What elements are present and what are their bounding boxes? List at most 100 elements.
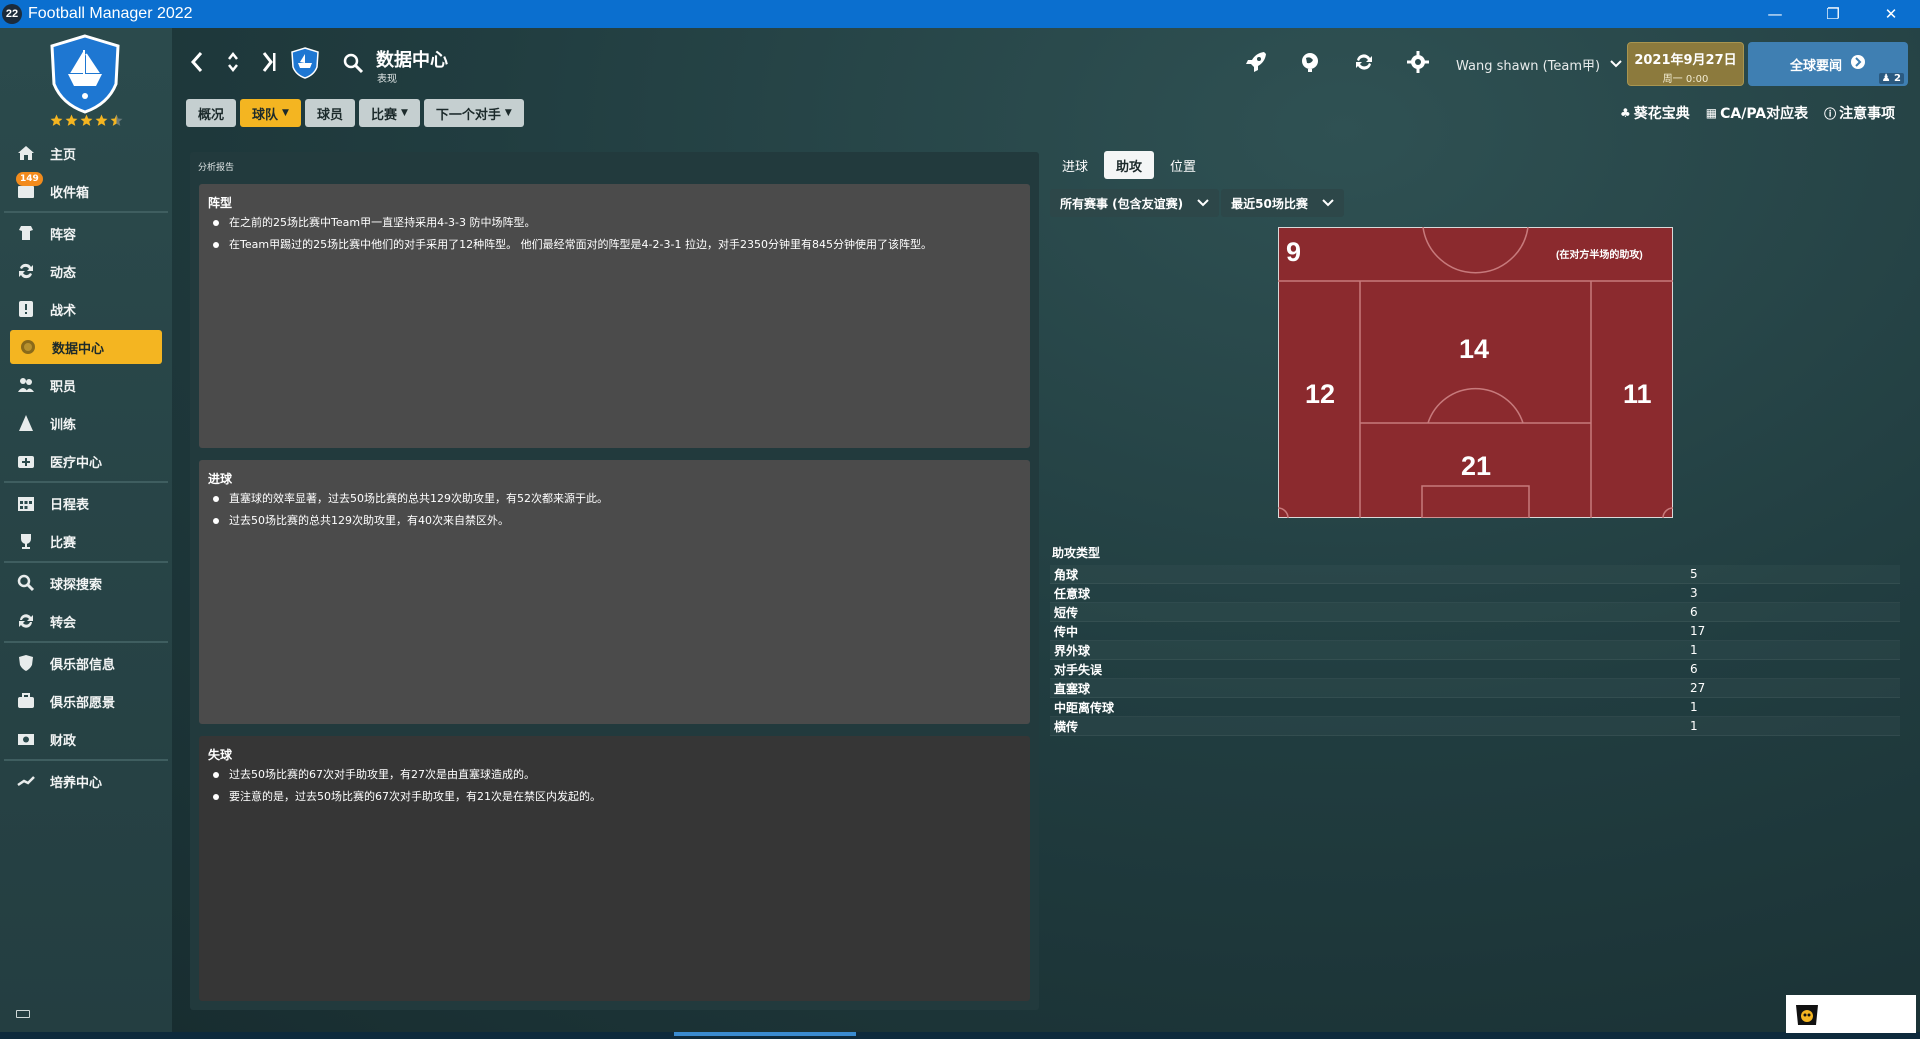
type-name: 直塞球 [1054,681,1091,696]
minimize-button[interactable]: — [1746,0,1804,28]
sidebar-item-label: 收件箱 [50,185,90,201]
manager-name: Wang shawn (Team甲) [1456,59,1601,74]
type-name: 短传 [1054,605,1079,620]
report-title: 阵型 [208,196,233,210]
table-row: 横传 1 [1050,717,1900,736]
staff-icon [16,375,36,395]
sidebar-item-medical[interactable]: 医疗中心 [0,442,172,480]
competition-filter[interactable]: 所有赛事 (包含友谊赛) [1050,189,1220,217]
sidebar-item-tactics[interactable]: 战术 [0,290,172,328]
sidebar-item-competitions[interactable]: 比赛 [0,522,172,560]
sidebar-item-squad[interactable]: 阵容 [0,214,172,252]
tab-matches[interactable]: 比赛 ▼ [358,99,420,127]
type-value: 1 [1690,700,1698,714]
tab-assists[interactable]: 助攻 [1104,151,1155,179]
tab-players[interactable]: 球员 [304,99,355,127]
sidebar-item-label: 医疗中心 [50,455,103,471]
sidebar-item-club-vision[interactable]: 俱乐部愿景 [0,682,172,720]
sidebar-item-dynamics[interactable]: 动态 [0,252,172,290]
rocket-icon[interactable] [1242,48,1270,76]
sidebar-item-calendar[interactable]: 日程表 [0,484,172,522]
squad-icon [16,223,36,243]
tab-team[interactable]: 球队 ▼ [240,99,301,127]
gear-icon[interactable] [1404,48,1432,76]
tactics-icon [16,299,36,319]
grid-icon: ▦ [1705,106,1718,120]
type-value: 1 [1690,719,1698,733]
type-name: 任意球 [1054,586,1091,601]
table-row: 对手失误 6 [1050,660,1900,679]
arrow-right-circle-icon [1850,54,1866,74]
club-info-icon [16,653,36,673]
table-row: 短传 6 [1050,603,1900,622]
up-down-button[interactable] [222,48,244,76]
right-tabs: 进球 助攻 位置 [1050,151,1208,179]
center-bottom-count: 21 [1461,451,1492,481]
game-date[interactable]: 2021年9月27日 周一 0:00 [1627,42,1744,86]
quick-link-notes[interactable]: ⓘ 注意事项 [1824,103,1895,123]
type-value: 17 [1690,624,1706,638]
keyboard-icon[interactable] [16,1010,30,1018]
quick-link-guide[interactable]: ♣ 葵花宝典 [1620,103,1690,123]
sidebar-item-label: 阵容 [50,227,77,243]
manager-menu[interactable]: Wang shawn (Team甲) [1456,55,1622,74]
club-crest-icon[interactable] [48,34,122,114]
sidebar-item-training[interactable]: 训练 [0,404,172,442]
sub-tabs: 概况 球队 ▼ 球员 比赛 ▼ 下一个对手 ▼ [186,99,524,127]
sidebar-item-label: 训练 [50,417,77,433]
report-bullet: 直塞球的效率显著，过去50场比赛的总共129次助攻里，有52次都来源于此。 [213,492,1013,506]
type-name: 横传 [1054,719,1079,734]
chevron-down-icon [1322,196,1334,210]
refresh-icon[interactable] [1350,48,1378,76]
overlay-widget[interactable] [1786,995,1916,1033]
filters: 所有赛事 (包含友谊赛) 最近50场比赛 [1050,189,1344,217]
search-icon[interactable] [342,52,364,74]
sidebar-item-transfers[interactable]: 转会 [0,602,172,640]
window-titlebar: 22 Football Manager 2022 — ❐ ✕ [0,0,1920,28]
sidebar-item-inbox[interactable]: 149 收件箱 [0,172,172,210]
page-title: 数据中心 [376,50,448,71]
inbox-badge: 149 [16,172,43,186]
nav-divider [4,211,168,213]
sidebar-item-development[interactable]: 培养中心 [0,762,172,800]
tab-goals[interactable]: 进球 [1050,151,1100,179]
club-crest-small-icon[interactable] [290,47,320,79]
sidebar: 主页 149 收件箱 阵容 动态 战术 数据中心 职员 训练 医疗中心 日程表 … [0,28,172,1039]
medical-icon [16,451,36,471]
analysis-panel: 分析报告 阵型 在之前的25场比赛中Team甲一直坚持采用4-3-3 防中场阵型… [190,152,1039,1010]
tab-overview[interactable]: 概况 [186,99,237,127]
opponent-half-note: (在对方半场的助攻) [1556,250,1643,261]
type-value: 6 [1690,662,1698,676]
development-icon [16,771,36,791]
finance-icon [16,729,36,749]
tab-next-opponent[interactable]: 下一个对手 ▼ [423,99,524,127]
news-count-badge: ♟ 2 [1878,73,1904,84]
sidebar-item-label: 球探搜索 [50,577,103,593]
sidebar-item-finances[interactable]: 财政 [0,720,172,758]
sidebar-item-label: 财政 [50,733,77,749]
home-icon [16,143,36,163]
sidebar-item-scouting[interactable]: 球探搜索 [0,564,172,602]
continue-news-button[interactable]: 全球要闻 ♟ 2 [1748,42,1908,86]
type-value: 1 [1690,643,1698,657]
close-button[interactable]: ✕ [1862,0,1920,28]
report-conceded: 失球 过去50场比赛的67次对手助攻里，有27次是由直塞球造成的。 要注意的是，… [199,736,1030,1001]
info-icon: ⓘ [1824,106,1837,121]
scout-globe-icon[interactable] [1296,48,1324,76]
sidebar-item-club-info[interactable]: 俱乐部信息 [0,644,172,682]
right-wing-count: 11 [1623,379,1652,409]
center-top-count: 14 [1459,334,1490,364]
sidebar-item-label: 俱乐部信息 [50,657,116,673]
sidebar-item-staff[interactable]: 职员 [0,366,172,404]
restore-button[interactable]: ❐ [1804,0,1862,28]
sidebar-item-label: 主页 [50,147,77,163]
quick-link-capa[interactable]: ▦ CA/PA对应表 [1706,103,1808,123]
match-range-filter[interactable]: 最近50场比赛 [1221,189,1344,217]
date-main: 2021年9月27日 [1634,53,1737,68]
trophy-icon [16,531,36,551]
tab-positions[interactable]: 位置 [1158,151,1208,179]
back-button[interactable] [186,48,208,76]
forward-button[interactable] [258,48,280,76]
sidebar-item-home[interactable]: 主页 [0,134,172,172]
sidebar-item-data-hub[interactable]: 数据中心 [10,330,162,364]
